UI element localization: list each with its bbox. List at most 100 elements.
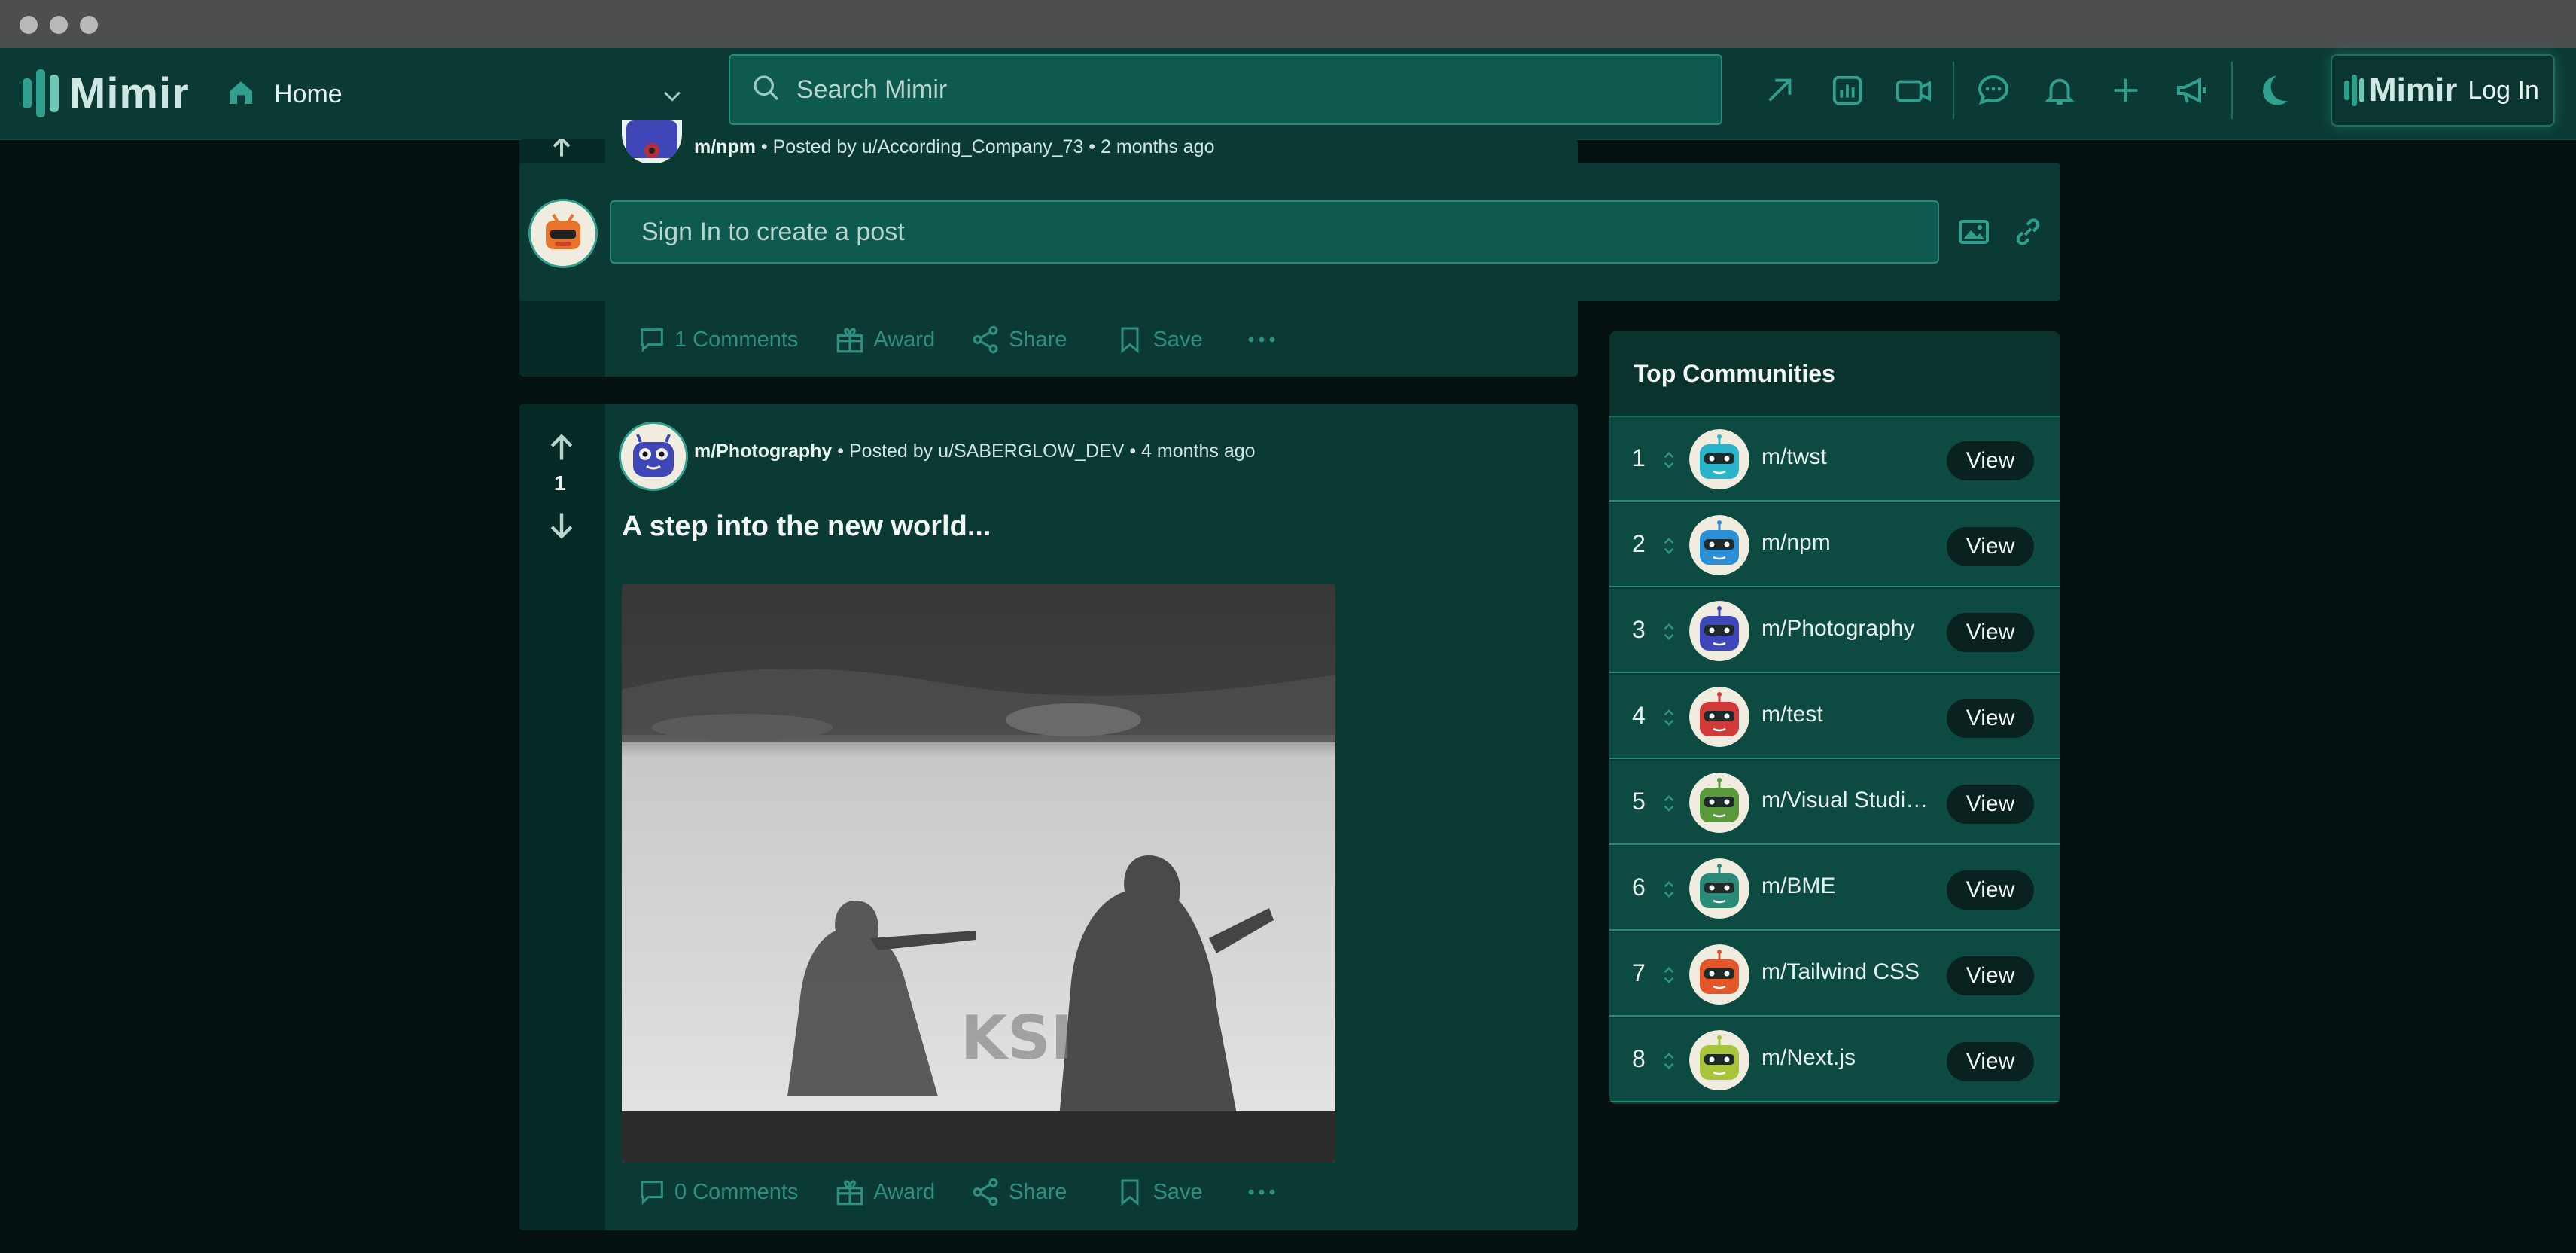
vote-count: 1 — [554, 471, 566, 495]
community-avatar[interactable] — [1689, 773, 1749, 833]
post-meta-text: • Posted by u/SABERGLOW_DEV • 4 months a… — [837, 441, 1256, 462]
chat-icon[interactable] — [1974, 71, 2013, 110]
post-meta-npm: m/npm • Posted by u/According_Company_73… — [694, 136, 1215, 158]
save-label: Save — [1153, 327, 1203, 352]
community-link[interactable]: m/npm — [694, 136, 756, 157]
comments-label: 1 Comments — [674, 327, 799, 352]
image-upload-icon[interactable] — [1956, 214, 1992, 254]
community-name[interactable]: m/npm — [1761, 530, 1932, 556]
community-avatar[interactable] — [1689, 515, 1749, 575]
mimir-logo-icon — [23, 69, 59, 117]
sort-arrows-icon — [1661, 791, 1677, 820]
view-community-button[interactable]: View — [1947, 870, 2034, 910]
community-row[interactable]: 1 m/twst View — [1609, 417, 2060, 502]
community-row[interactable]: 2 m/npm View — [1609, 503, 2060, 587]
upvote-icon[interactable] — [547, 136, 577, 160]
view-community-button[interactable]: View — [1947, 1042, 2034, 1081]
community-avatar[interactable] — [1689, 858, 1749, 919]
award-button[interactable]: Award — [834, 1176, 935, 1208]
community-row[interactable]: 4 m/test View — [1609, 675, 2060, 759]
login-mimir-logo: Mimir — [2344, 72, 2457, 109]
share-label: Share — [1009, 1179, 1067, 1204]
search-bar[interactable] — [729, 54, 1722, 125]
comments-label: 0 Comments — [674, 1179, 799, 1204]
sort-arrows-icon — [1661, 705, 1677, 734]
community-name[interactable]: m/Photography — [1761, 616, 1932, 642]
megaphone-icon[interactable] — [2173, 71, 2212, 110]
community-link[interactable]: m/Photography — [694, 441, 832, 462]
upvote-icon[interactable] — [545, 431, 578, 468]
community-avatar[interactable] — [1689, 687, 1749, 747]
award-button[interactable]: Award — [834, 324, 935, 355]
community-name[interactable]: m/twst — [1761, 444, 1932, 470]
view-community-button[interactable]: View — [1947, 613, 2034, 652]
community-avatar-photography[interactable] — [619, 422, 688, 491]
community-rank: 4 — [1632, 702, 1646, 729]
sort-arrows-icon — [1661, 1048, 1677, 1078]
video-icon[interactable] — [1894, 71, 1933, 110]
community-name[interactable]: m/Visual Studio Code — [1761, 788, 1932, 813]
post-image[interactable]: KSI — [622, 584, 1335, 1163]
view-community-button[interactable]: View — [1947, 785, 2034, 824]
comments-button[interactable]: 1 Comments — [637, 325, 798, 355]
community-name[interactable]: m/BME — [1761, 873, 1932, 899]
logo-text: Mimir — [69, 69, 190, 118]
post-actions-photography: 0 Comments Award Share Save — [637, 1176, 1284, 1208]
view-community-button[interactable]: View — [1947, 441, 2034, 480]
moon-icon[interactable] — [2252, 71, 2291, 110]
community-rank: 1 — [1632, 444, 1646, 471]
search-input[interactable] — [795, 74, 1626, 105]
community-name[interactable]: m/Next.js — [1761, 1045, 1932, 1071]
comments-button[interactable]: 0 Comments — [637, 1177, 798, 1207]
share-button[interactable]: Share — [970, 324, 1067, 355]
plus-icon[interactable] — [2106, 71, 2145, 110]
view-community-button[interactable]: View — [1947, 699, 2034, 738]
link-icon[interactable] — [2010, 214, 2046, 254]
community-row[interactable]: 6 m/BME View — [1609, 846, 2060, 931]
community-row[interactable]: 8 m/Next.js View — [1609, 1018, 2060, 1102]
top-communities-header: Top Communities — [1609, 331, 2060, 417]
home-icon — [226, 78, 256, 111]
top-communities-title: Top Communities — [1634, 360, 1835, 387]
maximize-window-dot[interactable] — [80, 16, 98, 34]
community-avatar[interactable] — [1689, 944, 1749, 1005]
close-window-dot[interactable] — [20, 16, 38, 34]
more-options-icon[interactable] — [1247, 335, 1284, 344]
view-community-button[interactable]: View — [1947, 527, 2034, 566]
view-community-button[interactable]: View — [1947, 956, 2034, 995]
sort-arrows-icon — [1661, 876, 1677, 906]
save-button[interactable]: Save — [1115, 1177, 1203, 1207]
community-rank: 2 — [1632, 530, 1646, 557]
arrow-up-right-icon[interactable] — [1760, 71, 1799, 110]
community-row[interactable]: 3 m/Photography View — [1609, 589, 2060, 673]
post-meta-text: • Posted by u/According_Company_73 • 2 m… — [760, 136, 1215, 157]
community-row[interactable]: 5 m/Visual Studio Code View — [1609, 761, 2060, 845]
home-dropdown[interactable]: Home — [226, 68, 693, 120]
sort-arrows-icon — [1661, 533, 1677, 562]
post-title[interactable]: A step into the new world... — [622, 511, 991, 543]
login-button[interactable]: Mimir Log In — [2331, 54, 2555, 127]
community-avatar[interactable] — [1689, 601, 1749, 661]
community-avatar[interactable] — [1689, 1030, 1749, 1090]
navbar-divider — [1953, 62, 1954, 119]
user-avatar[interactable] — [528, 199, 598, 268]
share-button[interactable]: Share — [970, 1176, 1067, 1208]
downvote-icon[interactable] — [545, 509, 578, 546]
bell-icon[interactable] — [2040, 71, 2079, 110]
minimize-window-dot[interactable] — [50, 16, 68, 34]
community-row[interactable]: 7 m/Tailwind CSS View — [1609, 932, 2060, 1017]
mimir-logo[interactable]: Mimir — [23, 62, 190, 125]
create-post-input[interactable] — [610, 200, 1939, 264]
more-options-icon[interactable] — [1247, 1187, 1284, 1197]
sort-arrows-icon — [1661, 619, 1677, 648]
community-rank: 5 — [1632, 788, 1646, 815]
save-button[interactable]: Save — [1115, 325, 1203, 355]
award-label: Award — [873, 327, 936, 352]
top-communities-panel: Top Communities 1 m/twst View 2 m/npm View 3 m/… — [1609, 331, 2060, 1104]
community-rank: 3 — [1632, 616, 1646, 643]
stats-icon[interactable] — [1828, 71, 1867, 110]
svg-text:KSI: KSI — [961, 1003, 1073, 1073]
community-avatar[interactable] — [1689, 429, 1749, 489]
community-name[interactable]: m/test — [1761, 702, 1932, 727]
community-name[interactable]: m/Tailwind CSS — [1761, 959, 1932, 985]
